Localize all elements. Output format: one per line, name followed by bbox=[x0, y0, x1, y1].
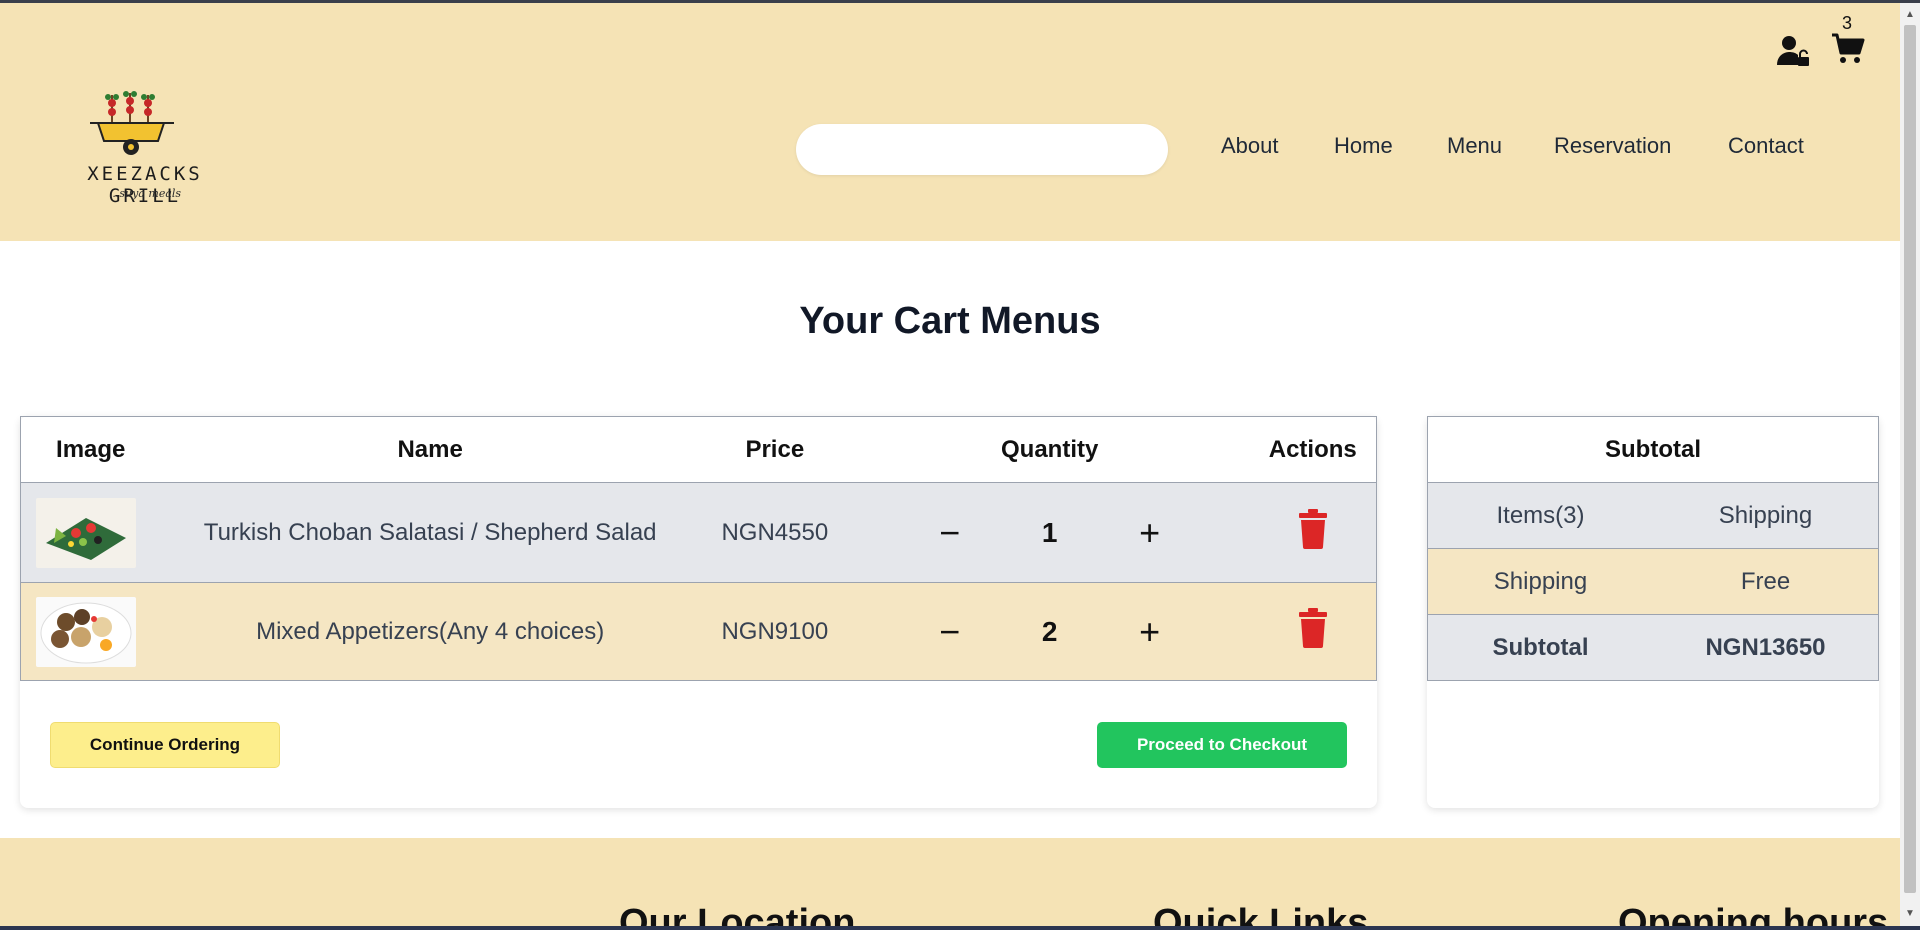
cart-table: Image Name Price Quantity Actions Turkis… bbox=[20, 416, 1377, 681]
item-name: Mixed Appetizers(Any 4 choices) bbox=[160, 582, 700, 681]
item-price: NGN4550 bbox=[699, 482, 850, 583]
logo[interactable]: XEEZACKS GRILL ...suya meals bbox=[50, 81, 240, 211]
item-image-cell bbox=[20, 482, 161, 583]
item-image-cell bbox=[20, 582, 161, 681]
quantity-value: 1 bbox=[1041, 516, 1058, 548]
col-quantity: Quantity bbox=[849, 416, 1250, 483]
nav-about[interactable]: About bbox=[1221, 133, 1279, 159]
summary-total-value: NGN13650 bbox=[1653, 614, 1879, 681]
item-actions-cell bbox=[1249, 582, 1377, 681]
cart-icon[interactable] bbox=[1830, 31, 1866, 67]
col-name: Name bbox=[160, 416, 700, 483]
scroll-up-arrow-icon[interactable]: ▲ bbox=[1905, 9, 1915, 20]
summary-row: Items(3) Shipping bbox=[1427, 482, 1879, 549]
col-image: Image bbox=[20, 416, 161, 483]
quantity-stepper: − 1 + bbox=[930, 514, 1170, 551]
item-actions-cell bbox=[1249, 482, 1377, 583]
continue-ordering-button[interactable]: Continue Ordering bbox=[50, 722, 280, 768]
site-header: XEEZACKS GRILL ...suya meals About Home … bbox=[0, 3, 1900, 241]
trash-icon[interactable] bbox=[1298, 509, 1328, 549]
page-title: Your Cart Menus bbox=[799, 300, 1101, 342]
subtotal-title: Subtotal bbox=[1427, 416, 1879, 483]
quantity-value: 2 bbox=[1041, 615, 1058, 647]
checkout-button[interactable]: Proceed to Checkout bbox=[1097, 722, 1347, 768]
grill-logo-icon bbox=[90, 91, 174, 155]
site-footer: Our Location Quick Links Opening hours bbox=[0, 838, 1900, 930]
item-name: Turkish Choban Salatasi / Shepherd Salad bbox=[160, 482, 700, 583]
nav-home[interactable]: Home bbox=[1334, 133, 1393, 159]
user-lock-icon[interactable] bbox=[1775, 33, 1811, 69]
logo-tagline: ...suya meals bbox=[108, 187, 182, 200]
summary-label: Shipping bbox=[1427, 548, 1653, 615]
col-actions: Actions bbox=[1249, 416, 1377, 483]
increment-button[interactable]: + bbox=[1130, 613, 1170, 650]
cart-panel: Image Name Price Quantity Actions Turkis… bbox=[20, 416, 1377, 808]
subtotal-panel: Subtotal Items(3) Shipping Shipping Free… bbox=[1427, 416, 1879, 808]
item-quantity-cell: − 2 + bbox=[849, 582, 1250, 681]
summary-label: Subtotal bbox=[1427, 614, 1653, 681]
table-row: Mixed Appetizers(Any 4 choices) NGN9100 … bbox=[20, 582, 1377, 681]
scrollbar-thumb[interactable] bbox=[1904, 25, 1916, 893]
page-scrollbar[interactable]: ▲ ▼ bbox=[1900, 3, 1920, 930]
item-quantity-cell: − 1 + bbox=[849, 482, 1250, 583]
appetizers-image[interactable] bbox=[36, 596, 136, 667]
summary-row: Shipping Free bbox=[1427, 548, 1879, 615]
increment-button[interactable]: + bbox=[1130, 514, 1170, 551]
summary-total-row: Subtotal NGN13650 bbox=[1427, 614, 1879, 681]
trash-icon[interactable] bbox=[1298, 608, 1328, 648]
quantity-stepper: − 2 + bbox=[930, 613, 1170, 650]
nav-reservation[interactable]: Reservation bbox=[1554, 133, 1671, 159]
summary-label: Items(3) bbox=[1427, 482, 1653, 549]
summary-value: Free bbox=[1653, 548, 1879, 615]
cart-header-row: Image Name Price Quantity Actions bbox=[20, 416, 1377, 483]
window-bottom-border bbox=[0, 926, 1920, 930]
nav-contact[interactable]: Contact bbox=[1728, 133, 1804, 159]
col-price: Price bbox=[699, 416, 850, 483]
subtotal-table: Subtotal Items(3) Shipping Shipping Free… bbox=[1427, 416, 1879, 681]
logo-text: XEEZACKS GRILL bbox=[87, 163, 203, 207]
nav-menu[interactable]: Menu bbox=[1447, 133, 1502, 159]
table-row: Turkish Choban Salatasi / Shepherd Salad… bbox=[20, 482, 1377, 583]
summary-value: Shipping bbox=[1653, 482, 1879, 549]
decrement-button[interactable]: − bbox=[930, 613, 970, 650]
decrement-button[interactable]: − bbox=[930, 514, 970, 551]
item-price: NGN9100 bbox=[699, 582, 850, 681]
search-input[interactable] bbox=[796, 124, 1168, 175]
salad-image[interactable] bbox=[36, 497, 136, 568]
scroll-down-arrow-icon[interactable]: ▼ bbox=[1905, 908, 1915, 919]
